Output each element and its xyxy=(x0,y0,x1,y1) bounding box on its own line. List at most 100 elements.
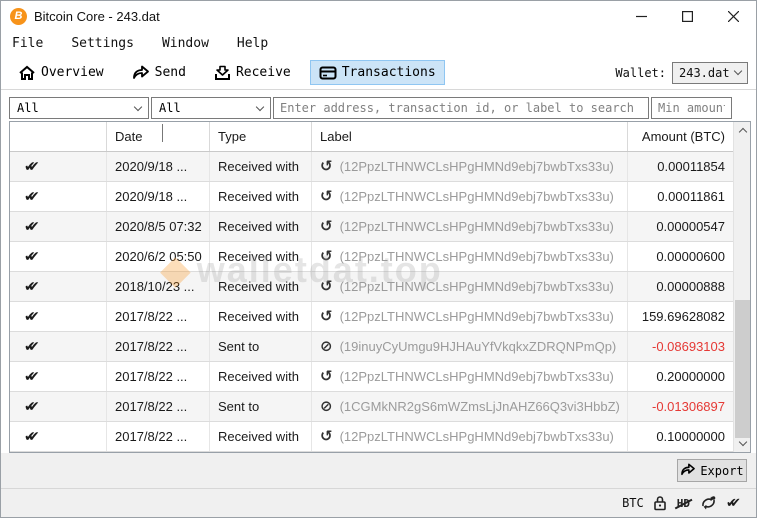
status-cell: ✔ ✔ xyxy=(10,152,107,181)
confirmed-check-icon: ✔ ✔ xyxy=(24,247,40,264)
confirmed-check-icon: ✔ ✔ xyxy=(24,367,40,384)
received-arrow-icon: ↺ xyxy=(320,188,333,205)
chevron-down-icon xyxy=(255,102,265,111)
type-cell: Received with xyxy=(210,212,312,241)
lock-icon xyxy=(653,495,667,511)
bitcoin-core-window: B Bitcoin Core - 243.dat File Settings W… xyxy=(0,0,757,518)
amount-cell: 0.00000547 xyxy=(656,219,725,234)
amount-cell: 0.00011854 xyxy=(657,159,725,174)
status-cell: ✔ ✔ xyxy=(10,212,107,241)
amount-cell: 0.00000888 xyxy=(656,279,725,294)
wallet-dropdown-value: 243.dat xyxy=(679,65,730,80)
received-arrow-icon: ↺ xyxy=(320,248,333,265)
type-cell: Received with xyxy=(210,362,312,391)
type-filter-dropdown[interactable]: All xyxy=(151,97,271,119)
address-label: (12PpzLTHNWCLsHPgHMNd9ebj7bwbTxs33u) xyxy=(339,249,614,264)
type-cell: Received with xyxy=(210,242,312,271)
sort-indicator-icon xyxy=(162,124,163,142)
date-filter-value: All xyxy=(17,101,39,115)
filter-bar: All All xyxy=(9,97,751,119)
tab-receive[interactable]: Receive xyxy=(205,60,300,86)
column-header-date[interactable]: Date xyxy=(107,122,210,151)
vertical-scrollbar[interactable] xyxy=(733,122,750,452)
address-label: (12PpzLTHNWCLsHPgHMNd9ebj7bwbTxs33u) xyxy=(339,429,614,444)
column-header-type[interactable]: Type xyxy=(210,122,312,151)
address-label: (12PpzLTHNWCLsHPgHMNd9ebj7bwbTxs33u) xyxy=(339,369,614,384)
transactions-tbody: ✔ ✔ 2020/9/18 ... Received with ↺ (12PpzLTHNW… xyxy=(10,152,750,452)
tab-transactions[interactable]: Transactions xyxy=(309,60,445,85)
address-label: (12PpzLTHNWCLsHPgHMNd9ebj7bwbTxs33u) xyxy=(339,309,614,324)
transaction-row[interactable]: ✔ ✔ 2020/9/18 ... Received with ↺ (12PpzLTHNW… xyxy=(10,152,750,182)
received-arrow-icon: ↺ xyxy=(320,368,333,385)
amount-cell: 0.20000000 xyxy=(656,369,725,384)
address-label: (12PpzLTHNWCLsHPgHMNd9ebj7bwbTxs33u) xyxy=(339,189,614,204)
date-filter-dropdown[interactable]: All xyxy=(9,97,149,119)
network-icon xyxy=(700,495,717,511)
confirmed-check-icon: ✔ ✔ xyxy=(24,277,40,294)
chevron-down-icon xyxy=(733,66,743,76)
date-cell: 2020/9/18 ... xyxy=(107,182,210,211)
export-arrow-icon xyxy=(680,463,696,479)
amount-cell: -0.01306897 xyxy=(651,399,725,414)
close-icon[interactable] xyxy=(710,1,756,31)
tab-send[interactable]: Send xyxy=(123,60,195,85)
menu-help[interactable]: Help xyxy=(235,34,270,53)
transaction-row[interactable]: ✔ ✔ 2017/8/22 ... Received with ↺ (12PpzLTHNW… xyxy=(10,302,750,332)
date-cell: 2017/8/22 ... xyxy=(107,422,210,451)
column-header-status[interactable] xyxy=(10,122,107,151)
scrollbar-thumb[interactable] xyxy=(735,300,750,438)
date-cell: 2020/8/5 07:32 xyxy=(107,212,210,241)
transaction-row[interactable]: ✔ ✔ 2020/8/5 07:32 Received with ↺ (12PpzLTHN… xyxy=(10,212,750,242)
amount-cell: 159.69628082 xyxy=(641,309,725,324)
sync-check-icon: ✔ ✔ xyxy=(726,495,741,510)
menu-settings[interactable]: Settings xyxy=(69,34,136,53)
received-arrow-icon: ↺ xyxy=(320,428,333,445)
export-button[interactable]: Export xyxy=(677,459,747,482)
type-filter-value: All xyxy=(159,101,181,115)
confirmed-check-icon: ✔ ✔ xyxy=(24,397,40,414)
status-bar: BTC HD ✔ ✔ xyxy=(1,488,756,517)
address-label: (12PpzLTHNWCLsHPgHMNd9ebj7bwbTxs33u) xyxy=(339,159,614,174)
window-controls xyxy=(618,1,756,31)
tab-overview[interactable]: Overview xyxy=(9,60,113,86)
column-header-amount[interactable]: Amount (BTC) xyxy=(628,122,733,151)
menu-file[interactable]: File xyxy=(10,34,45,53)
type-cell: Received with xyxy=(210,272,312,301)
date-cell: 2017/8/22 ... xyxy=(107,302,210,331)
transaction-row[interactable]: ✔ ✔ 2020/9/18 ... Received with ↺ (12PpzLTHNW… xyxy=(10,182,750,212)
confirmed-check-icon: ✔ ✔ xyxy=(24,427,40,444)
transactions-table: Date Type Label Amount (BTC) ✔ ✔ 2020/9/18… xyxy=(9,121,751,453)
unit-display[interactable]: BTC xyxy=(622,496,644,510)
min-amount-input[interactable] xyxy=(651,97,732,119)
transaction-row[interactable]: ✔ ✔ 2017/8/22 ... Received with ↺ (12PpzLTHNW… xyxy=(10,422,750,452)
menu-window[interactable]: Window xyxy=(160,34,211,53)
search-input[interactable] xyxy=(273,97,649,119)
hd-disabled-icon: HD xyxy=(676,496,690,510)
titlebar: B Bitcoin Core - 243.dat xyxy=(1,1,756,31)
status-cell: ✔ ✔ xyxy=(10,362,107,391)
transaction-row[interactable]: ✔ ✔ 2017/8/22 ... Received with ↺ (12PpzLTHNW… xyxy=(10,362,750,392)
receive-icon xyxy=(214,65,231,81)
label-cell: ↺ (12PpzLTHNWCLsHPgHMNd9ebj7bwbTxs33u) xyxy=(312,242,628,271)
amount-cell: 0.10000000 xyxy=(656,429,725,444)
scroll-up-icon[interactable] xyxy=(734,122,751,139)
transaction-row[interactable]: ✔ ✔ 2020/6/2 05:50 Received with ↺ (12PpzLTHN… xyxy=(10,242,750,272)
transaction-row[interactable]: ✔ ✔ 2018/10/23 ... Received with ↺ (12PpzLTHN… xyxy=(10,272,750,302)
maximize-icon[interactable] xyxy=(664,1,710,31)
column-header-label[interactable]: Label xyxy=(312,122,628,151)
minimize-icon[interactable] xyxy=(618,1,664,31)
amount-cell: -0.08693103 xyxy=(651,339,725,354)
sent-arrow-icon: ⊘ xyxy=(320,398,333,415)
confirmed-check-icon: ✔ ✔ xyxy=(24,337,40,354)
transaction-row[interactable]: ✔ ✔ 2017/8/22 ... Sent to ⊘ (1CGMkNR2gS6mWZms… xyxy=(10,392,750,422)
type-cell: Received with xyxy=(210,422,312,451)
date-cell: 2017/8/22 ... xyxy=(107,332,210,361)
address-label: (19inuyCyUmgu9HJHAuYfVkqkxZDRQNPmQp) xyxy=(339,339,617,354)
type-cell: Received with xyxy=(210,302,312,331)
amount-cell: 0.00011861 xyxy=(657,189,725,204)
transaction-row[interactable]: ✔ ✔ 2017/8/22 ... Sent to ⊘ (19inuyCyUmgu9HJH… xyxy=(10,332,750,362)
bitcoin-logo-icon: B xyxy=(10,7,27,25)
table-header: Date Type Label Amount (BTC) xyxy=(10,122,750,152)
wallet-dropdown[interactable]: 243.dat xyxy=(672,61,748,84)
menubar: File Settings Window Help xyxy=(1,31,756,56)
